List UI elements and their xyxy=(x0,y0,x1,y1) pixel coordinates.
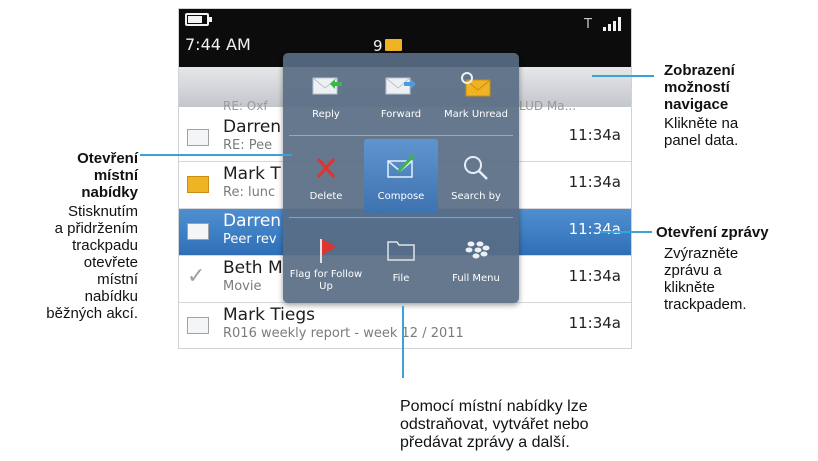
message-sender: Mark T xyxy=(223,164,281,184)
forward-icon xyxy=(385,77,416,95)
message-subject: R016 weekly report - week 12 / 2011 xyxy=(223,326,464,341)
callout-line-bottom xyxy=(402,306,404,378)
envelope-unread-icon xyxy=(187,176,209,193)
callout-date-bar-title: Zobrazení možností navigace xyxy=(664,62,735,113)
menu-label: Flag for Follow Up xyxy=(289,269,363,292)
callout-line-date-bar xyxy=(592,75,654,77)
envelope-read-icon xyxy=(187,129,209,146)
reply-icon xyxy=(312,77,342,95)
menu-item-search-by[interactable]: Search by xyxy=(439,139,513,213)
callout-line-open-message xyxy=(600,231,652,233)
envelope-open-icon xyxy=(187,223,209,240)
search-icon xyxy=(464,156,488,180)
folder-icon xyxy=(387,241,415,261)
message-row[interactable]: Mark Tiegs R016 weekly report - week 12 … xyxy=(179,303,631,348)
callout-left-body: Stisknutím a přidržením trackpadu otevře… xyxy=(46,203,138,322)
message-subject: Movie xyxy=(223,279,262,294)
partial-message-extra: LUD Ma... xyxy=(519,99,577,113)
partial-message-subject: RE: Oxf xyxy=(223,99,268,113)
new-mail-icon xyxy=(385,39,402,51)
menu-separator xyxy=(289,135,513,136)
callout-open-message-title: Otevření zprávy xyxy=(656,224,769,241)
callout-line-left xyxy=(140,154,292,156)
menu-label: Search by xyxy=(451,191,501,202)
message-sender: Beth M xyxy=(223,258,283,278)
menu-label: File xyxy=(392,273,410,284)
menu-item-compose[interactable]: Compose xyxy=(364,139,438,213)
message-time: 11:34a xyxy=(568,267,621,285)
blackberry-icon xyxy=(465,241,490,259)
menu-item-full-menu[interactable]: Full Menu xyxy=(439,221,513,295)
callout-date-bar-body: Klikněte na panel data. xyxy=(664,115,739,149)
compose-icon xyxy=(387,153,416,178)
menu-item-reply[interactable]: Reply xyxy=(289,57,363,131)
flag-icon xyxy=(320,239,336,263)
message-time: 11:34a xyxy=(568,314,621,332)
callout-open-message-body: Zvýrazněte zprávu a klikněte trackpadem. xyxy=(664,245,747,313)
checkmark-icon: ✓ xyxy=(187,264,206,289)
signal-bars-icon xyxy=(599,17,621,31)
message-sender: Darren xyxy=(223,117,282,137)
battery-icon xyxy=(185,13,212,26)
context-menu: Reply Forward Mark Unread Delete Compose… xyxy=(283,53,519,303)
menu-item-delete[interactable]: Delete xyxy=(289,139,363,213)
message-sender: Darren xyxy=(223,211,282,231)
message-time: 11:34a xyxy=(568,220,621,238)
callout-bottom-text: Pomocí místní nabídky lze odstraňovat, v… xyxy=(400,398,589,451)
menu-item-file[interactable]: File xyxy=(364,221,438,295)
menu-item-flag[interactable]: Flag for Follow Up xyxy=(289,221,363,295)
message-sender: Mark Tiegs xyxy=(223,305,316,325)
signal-label: T xyxy=(584,17,593,32)
message-time: 11:34a xyxy=(568,173,621,191)
menu-label: Mark Unread xyxy=(443,109,508,120)
clock: 7:44 AM xyxy=(185,35,251,54)
menu-label: Compose xyxy=(377,191,425,202)
message-subject: Peer rev xyxy=(223,232,277,247)
mark-unread-icon xyxy=(461,72,491,97)
menu-label: Forward xyxy=(380,109,422,120)
menu-label: Reply xyxy=(312,109,340,120)
delete-icon xyxy=(316,158,336,178)
menu-separator xyxy=(289,217,513,218)
menu-item-mark-unread[interactable]: Mark Unread xyxy=(439,57,513,131)
menu-label: Full Menu xyxy=(452,273,500,284)
envelope-read-icon xyxy=(187,317,209,334)
message-subject: RE: Pee xyxy=(223,138,273,153)
menu-item-forward[interactable]: Forward xyxy=(364,57,438,131)
message-time: 11:34a xyxy=(568,126,621,144)
message-subject: Re: lunc xyxy=(223,185,276,200)
callout-left-title: Otevření místní nabídky xyxy=(77,150,138,201)
device-screen: 7:44 AM 9 T RE: Oxf LUD Ma... Darren RE:… xyxy=(178,8,632,349)
menu-label: Delete xyxy=(309,191,343,202)
